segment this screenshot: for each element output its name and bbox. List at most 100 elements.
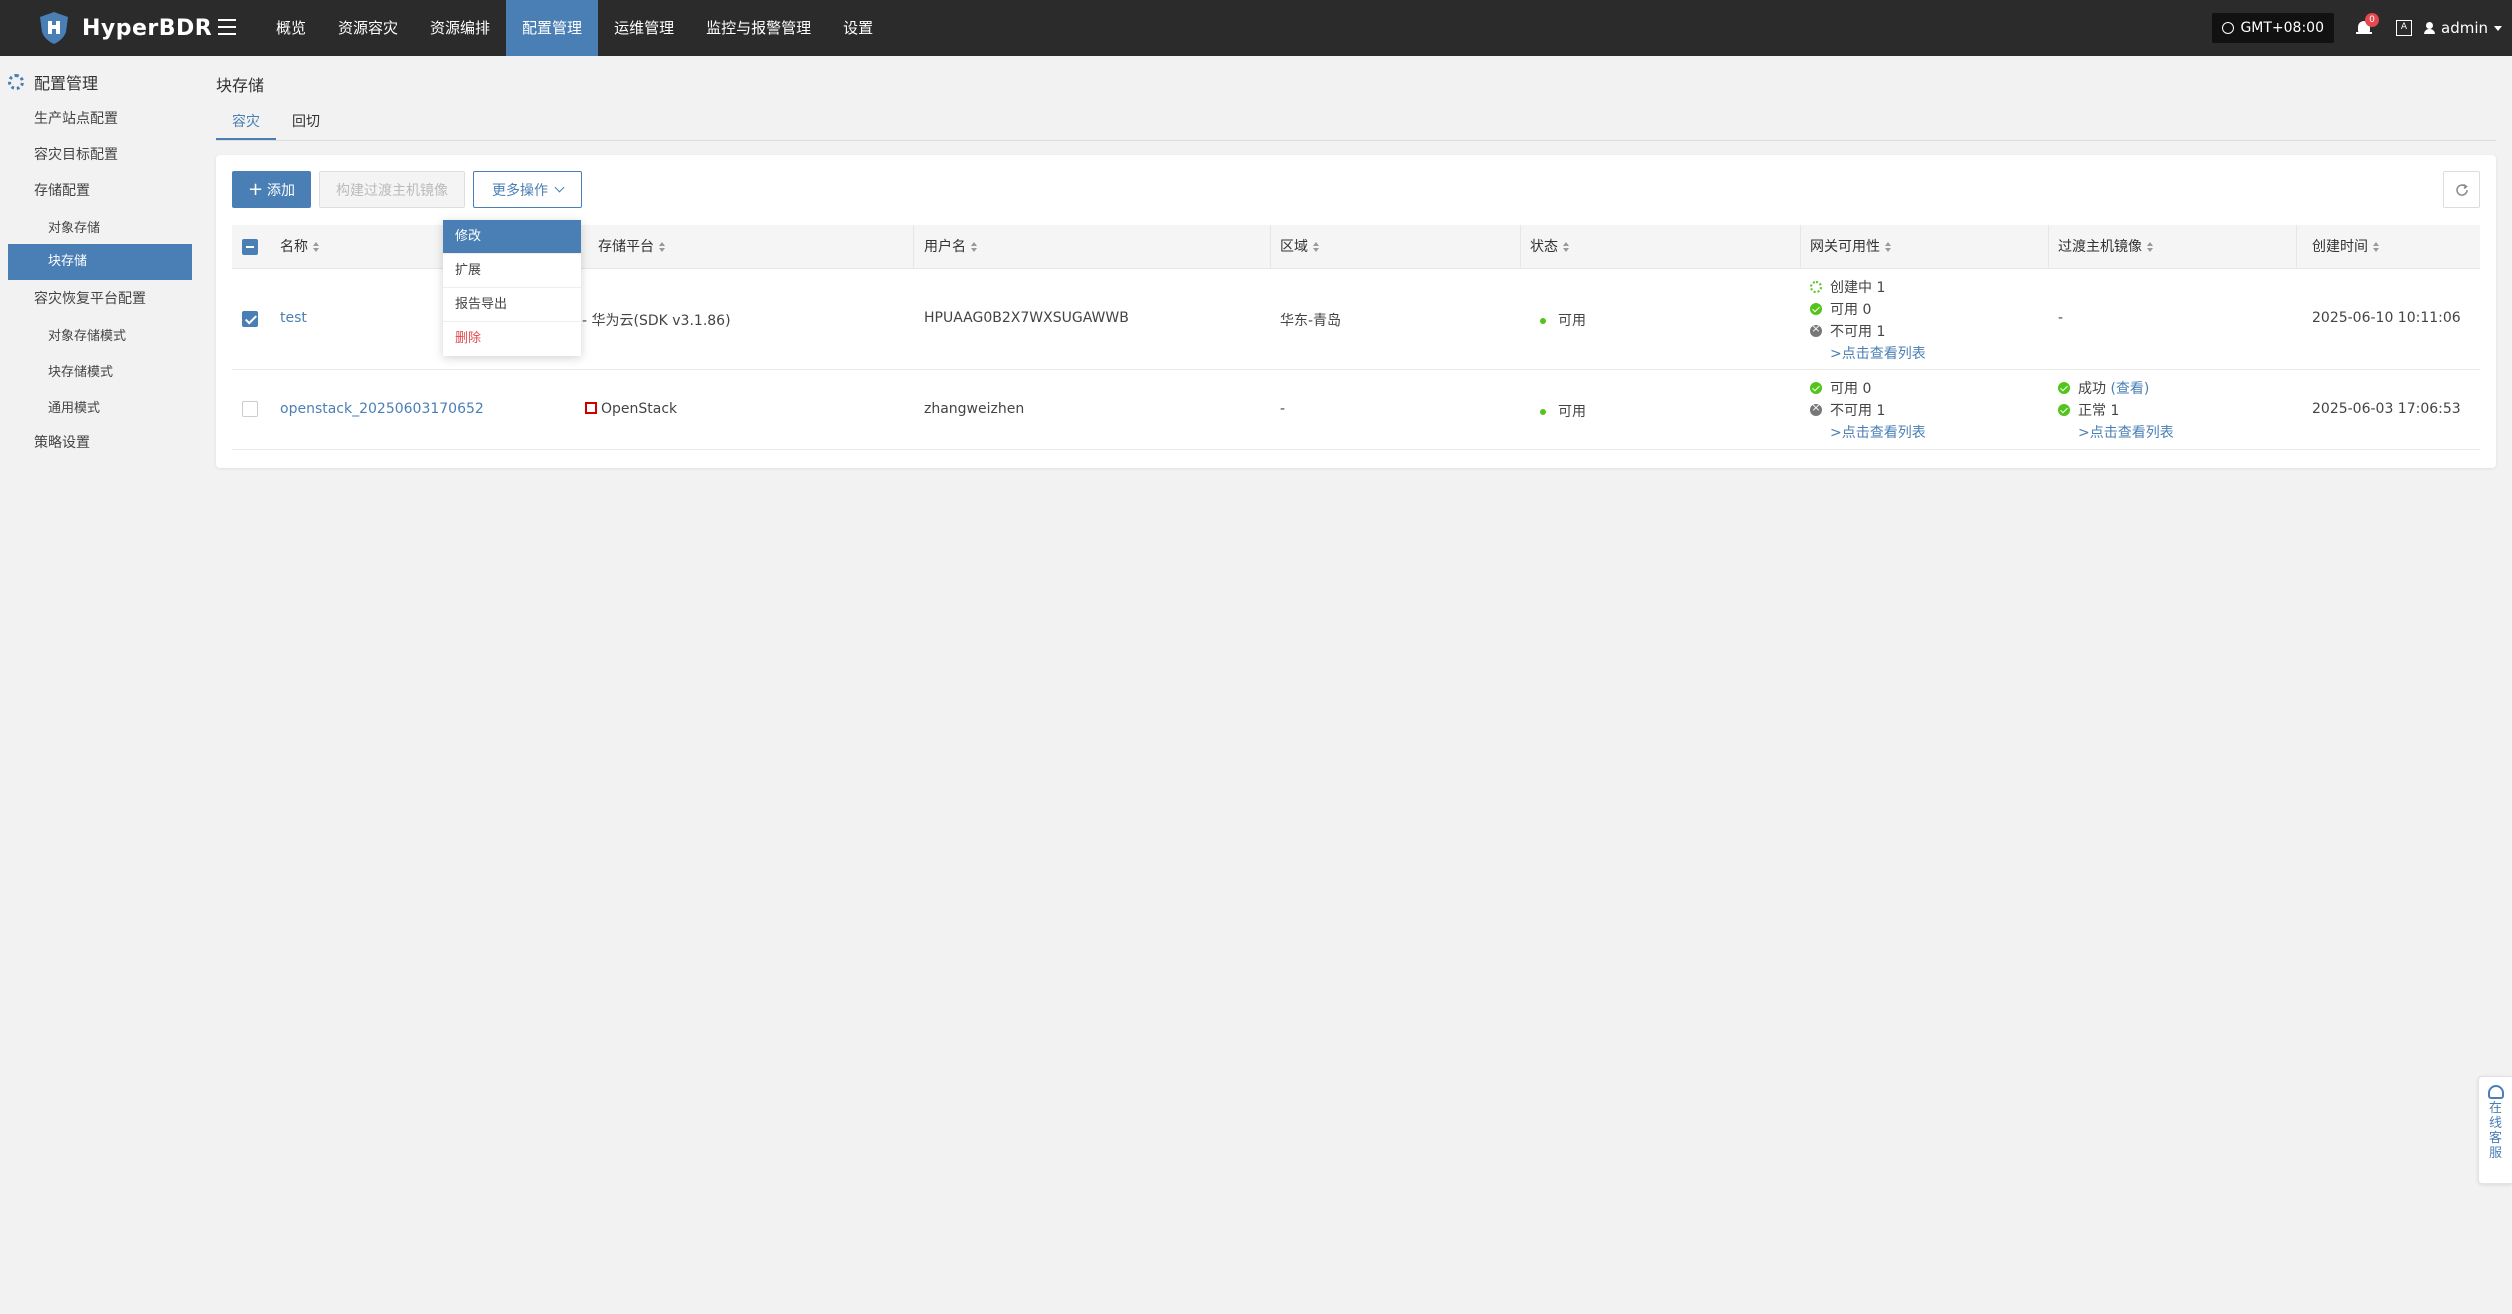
sidebar-item-general-mode[interactable]: 通用模式	[48, 397, 100, 416]
page-title: 块存储	[216, 76, 265, 95]
online-service-label: 在线客服	[2488, 1101, 2502, 1161]
sidebar-item-object-storage-mode[interactable]: 对象存储模式	[48, 325, 126, 344]
status-dot-icon	[1540, 409, 1546, 415]
user-menu[interactable]: admin	[2424, 19, 2502, 37]
menu-toggle-icon[interactable]	[218, 14, 238, 42]
nav-monitoring-alerts[interactable]: 监控与报警管理	[690, 0, 827, 56]
column-header-gateway[interactable]: 网关可用性	[1810, 225, 1891, 269]
loading-icon	[1810, 281, 1822, 293]
column-header-name[interactable]: 名称	[280, 225, 319, 269]
menu-item-edit[interactable]: 修改	[443, 220, 581, 254]
nav-ops-management[interactable]: 运维管理	[598, 0, 690, 56]
table-row: openstack_20250603170652 OpenStack zhang…	[232, 370, 2480, 450]
menu-item-export-report[interactable]: 报告导出	[443, 288, 581, 322]
sort-icon	[1313, 241, 1319, 253]
app-logo[interactable]: HyperBDR	[36, 10, 212, 46]
headset-icon	[2487, 1085, 2504, 1099]
select-all-checkbox[interactable]	[242, 239, 258, 255]
image-status: -	[2058, 310, 2064, 326]
column-header-created[interactable]: 创建时间	[2312, 225, 2379, 269]
header-tools: GMT+08:00 0 A admin	[2212, 0, 2502, 56]
sidebar-item-production-site[interactable]: 生产站点配置	[34, 108, 118, 128]
nav-settings[interactable]: 设置	[827, 0, 889, 56]
user-icon	[2424, 22, 2435, 34]
timezone-indicator[interactable]: GMT+08:00	[2212, 13, 2334, 43]
image-view-link[interactable]: (查看)	[2110, 378, 2149, 398]
sidebar-item-block-storage-mode[interactable]: 块存储模式	[48, 361, 113, 380]
gateway-list-link[interactable]: >点击查看列表	[1830, 343, 1926, 363]
check-circle-icon	[2058, 404, 2070, 416]
app-name: HyperBDR	[82, 15, 213, 41]
storage-platform: OpenStack	[585, 401, 677, 417]
storage-username: HPUAAG0B2X7WXSUGAWWB	[924, 310, 1129, 326]
sidebar-item-storage-config[interactable]: 存储配置	[34, 180, 90, 200]
more-actions-label: 更多操作	[492, 182, 548, 199]
sidebar-item-recovery-platform[interactable]: 容灾恢复平台配置	[34, 288, 146, 308]
notification-bell-icon[interactable]: 0	[2356, 13, 2379, 37]
online-service-button[interactable]: 在线客服	[2478, 1076, 2512, 1184]
menu-item-delete[interactable]: 删除	[443, 322, 581, 356]
close-circle-icon	[1810, 322, 1822, 337]
top-navigation-bar: HyperBDR 概览 资源容灾 资源编排 配置管理 运维管理 监控与报警管理 …	[0, 0, 2512, 56]
check-circle-icon	[1810, 303, 1822, 315]
sort-icon	[2373, 241, 2379, 253]
nav-resource-dr[interactable]: 资源容灾	[322, 0, 414, 56]
refresh-button[interactable]	[2443, 171, 2480, 208]
status-dot-icon	[1540, 318, 1546, 324]
sidebar-title: 配置管理	[34, 74, 99, 93]
add-button[interactable]: + 添加	[232, 171, 311, 208]
refresh-icon	[2455, 183, 2468, 196]
sort-icon	[659, 241, 665, 253]
gateway-list-link[interactable]: >点击查看列表	[1830, 422, 1926, 442]
clock-icon	[2222, 22, 2235, 34]
sort-icon	[2147, 241, 2153, 253]
username: admin	[2441, 19, 2488, 37]
image-list-link[interactable]: >点击查看列表	[2078, 422, 2174, 442]
gateway-unavailable: 不可用 1	[1810, 321, 1885, 341]
column-header-username[interactable]: 用户名	[924, 225, 977, 269]
column-header-status[interactable]: 状态	[1530, 225, 1569, 269]
column-header-region[interactable]: 区域	[1280, 225, 1319, 269]
nav-config-management[interactable]: 配置管理	[506, 0, 599, 56]
nav-resource-orchestration[interactable]: 资源编排	[414, 0, 506, 56]
tab-failback[interactable]: 回切	[276, 108, 336, 140]
storage-username: zhangweizhen	[924, 401, 1025, 417]
image-normal: 正常 1	[2058, 400, 2119, 420]
row-checkbox[interactable]	[242, 311, 258, 327]
sort-icon	[971, 241, 977, 253]
sidebar-item-policy-settings[interactable]: 策略设置	[34, 432, 90, 452]
sidebar-item-block-storage[interactable]: 块存储	[8, 244, 192, 280]
plus-icon: +	[247, 179, 264, 200]
more-actions-button[interactable]: 更多操作	[473, 171, 582, 208]
storage-name-link[interactable]: openstack_20250603170652	[280, 401, 484, 417]
chevron-down-icon	[554, 182, 565, 193]
check-circle-icon	[2058, 382, 2070, 394]
nav-overview[interactable]: 概览	[260, 0, 322, 56]
more-actions-dropdown: 修改 扩展 报告导出 删除	[443, 220, 581, 356]
add-button-label: 添加	[267, 182, 296, 199]
tab-divider	[216, 140, 2496, 141]
sort-icon	[313, 241, 319, 253]
row-checkbox[interactable]	[242, 401, 258, 417]
status-badge: 可用	[1540, 310, 1586, 330]
tab-bar: 容灾 回切	[216, 108, 336, 140]
openstack-icon	[585, 402, 597, 414]
sort-icon	[1885, 241, 1891, 253]
created-time: 2025-06-03 17:06:53	[2312, 401, 2461, 417]
status-badge: 可用	[1540, 401, 1586, 421]
build-image-button[interactable]: 构建过渡主机镜像	[319, 171, 465, 208]
gateway-unavailable: 不可用 1	[1810, 400, 1885, 420]
language-icon[interactable]: A	[2396, 20, 2412, 36]
image-success: 成功 (查看)	[2058, 378, 2149, 398]
column-header-platform[interactable]: 存储平台	[598, 225, 665, 269]
gateway-available: 可用 0	[1810, 378, 1871, 398]
timezone-label: GMT+08:00	[2240, 20, 2324, 36]
sidebar-item-object-storage[interactable]: 对象存储	[48, 217, 100, 236]
notification-badge: 0	[2365, 13, 2379, 27]
menu-item-extend[interactable]: 扩展	[443, 254, 581, 288]
storage-platform: - 华为云(SDK v3.1.86)	[582, 313, 731, 329]
column-header-image[interactable]: 过渡主机镜像	[2058, 225, 2153, 269]
storage-name-link[interactable]: test	[280, 310, 307, 326]
tab-dr[interactable]: 容灾	[216, 108, 276, 140]
sidebar-item-dr-target[interactable]: 容灾目标配置	[34, 144, 118, 164]
